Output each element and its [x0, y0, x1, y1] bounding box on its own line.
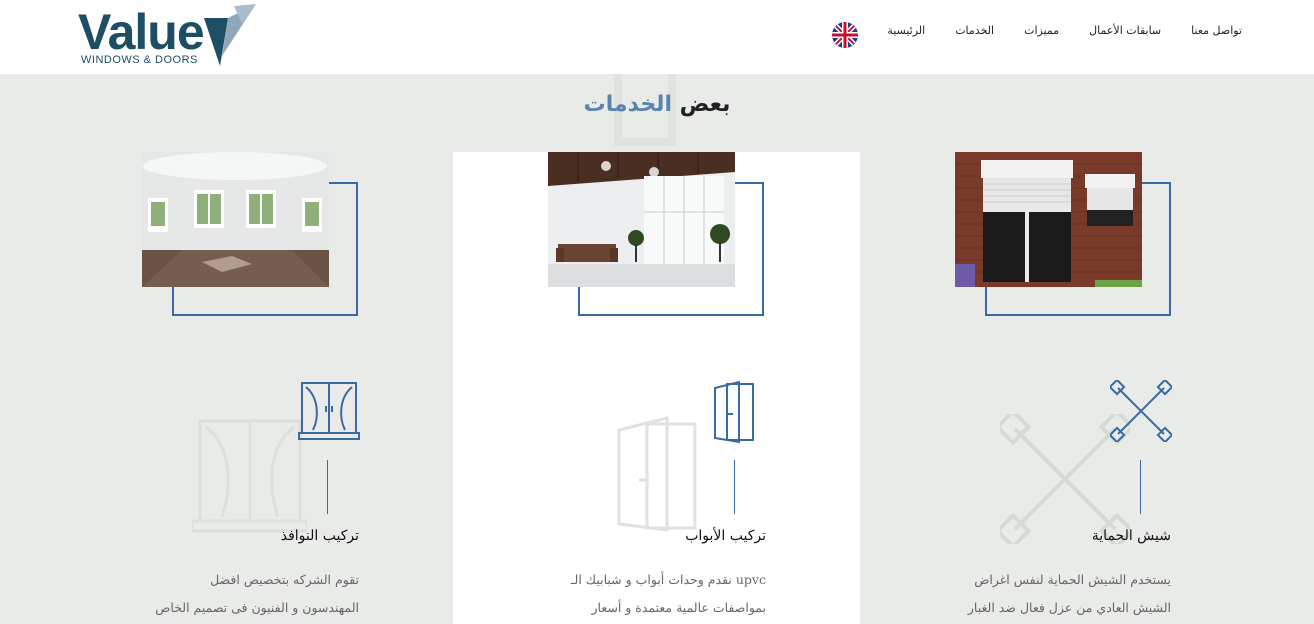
- card-desc-line: الشيش العادي من عزل فعال ضد الغبار: [967, 600, 1171, 615]
- rolling-shutter-house-photo: [955, 152, 1142, 287]
- window-watermark-icon: [192, 419, 307, 533]
- logo-wordmark: Value: [78, 4, 205, 60]
- nav-item-contact[interactable]: تواصل معنا: [1191, 20, 1242, 42]
- empty-room-windows-photo: [142, 152, 329, 287]
- company-logo[interactable]: Value WINDOWS & DOORS: [78, 4, 258, 68]
- service-card-doors[interactable]: تركيب الأبواب upvc نقدم وحدات أبواب و شب…: [453, 152, 860, 624]
- card-description: upvc نقدم وحدات أبواب و شبابيك الـ بمواص…: [526, 566, 766, 622]
- bright-room-interior-photo: [548, 152, 735, 287]
- card-desc-line: تقوم الشركه بتخصيص افضل: [210, 572, 359, 587]
- nav-item-home[interactable]: الرئيسية: [887, 20, 925, 42]
- section-title-part1: بعض: [679, 92, 731, 117]
- card-description: يستخدم الشيش الحماية لنفس اغراض الشيش ال…: [931, 566, 1171, 622]
- card-divider-line: [327, 460, 328, 514]
- tools-cross-icon: [1110, 380, 1172, 442]
- card-divider-line: [734, 460, 735, 514]
- logo-tagline: WINDOWS & DOORS: [81, 54, 198, 66]
- door-watermark-icon: [617, 416, 697, 532]
- window-icon: [298, 382, 360, 440]
- card-desc-line: المهندسون و الفنيون فى تصميم الخاص: [155, 600, 359, 615]
- service-card-windows[interactable]: تركيب النوافذ تقوم الشركه بتخصيص افضل ال…: [47, 152, 454, 624]
- card-photo: [142, 152, 362, 322]
- main-nav: الرئيسية الخدمات مميزات سابقات الأعمال ت…: [887, 20, 1242, 42]
- nav-item-services[interactable]: الخدمات: [955, 20, 994, 42]
- section-title: بعض الخدمات: [0, 92, 1314, 117]
- card-divider-line: [1140, 460, 1141, 514]
- section-title-part2: الخدمات: [583, 92, 672, 117]
- card-desc-line: upvc نقدم وحدات أبواب و شبابيك الـ: [570, 572, 766, 587]
- card-title: تركيب النوافذ: [280, 528, 359, 544]
- site-header: Value WINDOWS & DOORS الرئيسية الخدمات م…: [0, 0, 1314, 74]
- card-title: شيش الحماية: [1091, 528, 1171, 544]
- nav-item-features[interactable]: مميزات: [1024, 20, 1059, 42]
- card-title: تركيب الأبواب: [685, 528, 766, 544]
- door-icon: [714, 380, 754, 444]
- logo-v-mark-icon: [204, 4, 256, 66]
- card-desc-line: بمواصفات عالمية معتمدة و أسعار: [591, 600, 766, 615]
- card-desc-line: يستخدم الشيش الحماية لنفس اغراض: [974, 572, 1171, 587]
- nav-item-portfolio[interactable]: سابقات الأعمال: [1089, 20, 1161, 42]
- language-switch-uk-flag-icon[interactable]: [832, 22, 858, 48]
- card-photo: [955, 152, 1175, 322]
- card-photo: [548, 152, 768, 322]
- card-description: تقوم الشركه بتخصيص افضل المهندسون و الفن…: [119, 566, 359, 622]
- service-card-shutters[interactable]: شيش الحماية يستخدم الشيش الحماية لنفس اغ…: [860, 152, 1267, 624]
